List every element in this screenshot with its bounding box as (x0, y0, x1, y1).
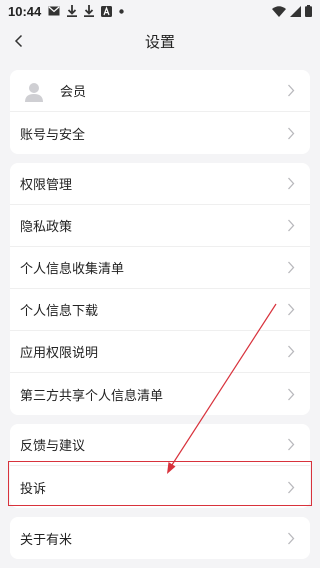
privacy-policy-label: 隐私政策 (20, 220, 73, 235)
chevron-left-icon (14, 34, 23, 48)
personal-info-collection-row[interactable]: 个人信息收集清单 (10, 247, 310, 289)
third-party-sharing-label: 第三方共享个人信息清单 (20, 388, 164, 404)
chevron-right-icon (286, 261, 296, 275)
dot-icon (119, 8, 124, 14)
account-security-row[interactable]: 账号与安全 (10, 112, 310, 154)
third-party-sharing-row[interactable]: 第三方共享个人信息清单 (10, 373, 310, 415)
settings-group-feedback: 反馈与建议 投诉 (10, 424, 310, 508)
wifi-icon (272, 5, 286, 17)
about-row[interactable]: 关于有米 (10, 517, 310, 559)
back-button[interactable] (6, 28, 32, 54)
avatar-icon (24, 80, 44, 102)
member-label: 会员 (60, 85, 87, 100)
permission-management-row[interactable]: 权限管理 (10, 163, 310, 205)
status-left: 10:44 (8, 4, 124, 19)
settings-group-about: 关于有米 (10, 517, 310, 559)
personal-info-download-row[interactable]: 个人信息下载 (10, 289, 310, 331)
app-permission-label: 应用权限说明 (20, 346, 99, 361)
chevron-right-icon (286, 126, 296, 140)
chevron-right-icon (286, 438, 296, 452)
personal-info-download-label: 个人信息下载 (20, 304, 99, 319)
status-bar: 10:44 (0, 0, 320, 22)
nav-bar: 设置 (0, 22, 320, 60)
chevron-right-icon (286, 84, 296, 98)
chevron-right-icon (286, 177, 296, 191)
about-label: 关于有米 (20, 532, 73, 548)
feedback-label: 反馈与建议 (20, 439, 86, 454)
battery-icon (305, 5, 312, 17)
chevron-right-icon (286, 303, 296, 317)
app-permission-row[interactable]: 应用权限说明 (10, 331, 310, 373)
signal-icon (290, 5, 301, 17)
chevron-right-icon (286, 345, 296, 359)
download-icon (67, 5, 78, 17)
mail-icon (48, 6, 60, 16)
complaint-label: 投诉 (20, 481, 47, 497)
account-security-label: 账号与安全 (20, 127, 86, 143)
settings-group-account: 会员 账号与安全 (10, 70, 310, 154)
member-row[interactable]: 会员 (10, 70, 310, 112)
font-icon (101, 5, 113, 17)
chevron-right-icon (286, 219, 296, 233)
privacy-policy-row[interactable]: 隐私政策 (10, 205, 310, 247)
chevron-right-icon (286, 480, 296, 494)
status-right (272, 5, 312, 17)
personal-info-collection-label: 个人信息收集清单 (20, 262, 125, 277)
download-icon (84, 5, 95, 17)
chevron-right-icon (286, 531, 296, 545)
feedback-row[interactable]: 反馈与建议 (10, 424, 310, 466)
page-title: 设置 (144, 32, 175, 51)
settings-group-privacy: 权限管理 隐私政策 个人信息收集清单 个人信息下载 应用权限说明 第三方共享个人… (10, 163, 310, 415)
permission-management-label: 权限管理 (20, 178, 73, 193)
status-time: 10:44 (8, 3, 42, 19)
chevron-right-icon (286, 387, 296, 401)
complaint-row[interactable]: 投诉 (10, 466, 310, 508)
